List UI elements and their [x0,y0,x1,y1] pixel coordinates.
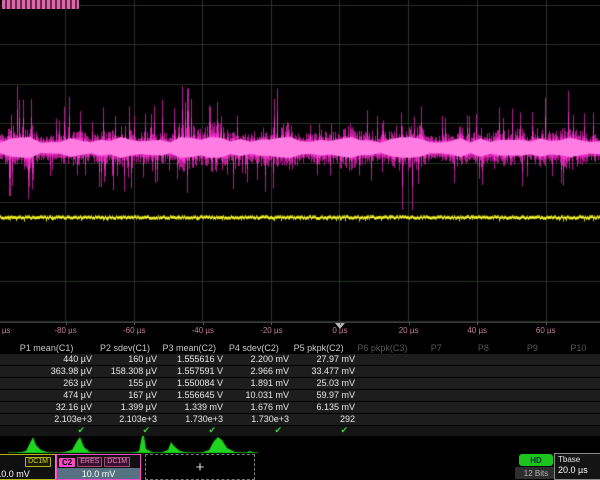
measure-value: 158.308 µV [95,366,160,377]
axis-tick [134,322,135,325]
axis-tick [477,322,478,325]
measure-stat-row: 263 µV155 µV1.550084 V1.891 mV25.03 mV [0,378,600,390]
measure-header-p6[interactable]: P6 pkpk(C3) [351,342,414,354]
axis-label: 40 µs [467,326,487,335]
plus-icon: + [196,459,205,476]
measure-value: 2.103e+3 [95,414,160,425]
measure-header-p10[interactable]: P10 [557,342,600,354]
measure-stat-row: 2.103e+32.103e+31.730e+31.730e+3292 [0,414,600,426]
add-new-trace-button[interactable]: + [145,454,255,480]
measure-value: 160 µV [95,354,160,365]
measure-header-p4[interactable]: P4 sdev(C2) [222,342,287,354]
measure-header-p5[interactable]: P5 pkpk(C2) [286,342,351,354]
c1-coupling-tag: DC1M [25,457,51,467]
measure-value: 474 µV [0,390,95,401]
measure-value: 2.103e+3 [0,414,95,425]
time-axis: -100 µs -80 µs -60 µs -40 µs -20 µs 0 µs 20 µs… [0,322,600,342]
measurement-histicons [0,433,600,455]
timebase-descriptor[interactable]: Tbase 20.0 µs [554,453,600,480]
c2-eres-tag: ERES [77,457,102,467]
measure-value: 1.557591 V [160,366,226,377]
axis-tick [271,322,272,325]
channel-descriptor-c1[interactable]: C1 DC1M 10.0 mV [0,454,56,480]
measure-value: 1.339 mV [160,402,226,413]
axis-label: -60 µs [123,326,145,335]
measure-stat-row: 32.16 µV1.399 µV1.339 mV1.676 mV6.135 mV [0,402,600,414]
measure-stat-row: 474 µV167 µV1.556645 V10.031 mV59.97 mV [0,390,600,402]
tbase-label: Tbase [555,454,600,464]
measure-value: 1.555616 V [160,354,226,365]
measure-value: 167 µV [95,390,160,401]
channel-descriptor-c2[interactable]: C2 ERES DC1M 10.0 mV [56,454,141,480]
measure-header-p8[interactable]: P8 [459,342,508,354]
c2-badge: C2 [59,458,75,467]
measure-value: 1.730e+3 [226,414,292,425]
axis-label: -20 µs [260,326,282,335]
measure-value: 27.97 mV [292,354,358,365]
axis-label: 60 µs [536,326,556,335]
measure-value: 1.676 mV [226,402,292,413]
measure-value: 1.399 µV [95,402,160,413]
axis-label: -80 µs [54,326,76,335]
tbase-value: 20.0 µs [555,464,600,475]
measure-header-p9[interactable]: P9 [508,342,557,354]
measure-value: 6.135 mV [292,402,358,413]
measure-value: 1.550084 V [160,378,226,389]
measure-value: 440 µV [0,354,95,365]
measure-value: 292 [292,414,358,425]
hd-bits-label: 12 Bits [515,467,557,479]
c2-coupling-tag: DC1M [104,457,130,467]
measure-header-p2[interactable]: P2 sdev(C1) [93,342,157,354]
measure-value: 363.98 µV [0,366,95,377]
measure-value: 2.966 mV [226,366,292,377]
waveform-grid[interactable] [0,0,600,322]
measure-value: 32.16 µV [0,402,95,413]
axis-tick [203,322,204,325]
measure-value: 25.03 mV [292,378,358,389]
oscilloscope-screen: -100 µs -80 µs -60 µs -40 µs -20 µs 0 µs 20 µs… [0,0,600,480]
c1-volts-div: 10.0 mV [0,468,55,479]
axis-line [0,322,600,323]
measure-header-p7[interactable]: P7 [414,342,459,354]
axis-label: -100 µs [0,326,10,335]
measure-header-p3[interactable]: P3 mean(C2) [157,342,222,354]
measure-stat-row: 440 µV160 µV1.555616 V2.200 mV27.97 mV [0,354,600,366]
measure-value: 59.97 mV [292,390,358,401]
measure-value: 1.891 mV [226,378,292,389]
axis-label: 20 µs [399,326,419,335]
measure-value: 33.477 mV [292,366,358,377]
measure-value: 263 µV [0,378,95,389]
axis-label: 0 µs [332,326,347,335]
axis-tick [66,322,67,325]
axis-label: -40 µs [192,326,214,335]
hd-mode-badge[interactable]: HD [519,454,553,466]
c2-volts-div: 10.0 mV [57,468,140,479]
measure-value: 1.556645 V [160,390,226,401]
measure-value: 10.031 mV [226,390,292,401]
measure-header-row: P1 mean(C1)P2 sdev(C1)P3 mean(C2)P4 sdev… [0,342,600,354]
axis-tick [409,322,410,325]
clipped-pink-badge[interactable] [2,0,79,9]
measure-stat-row: 363.98 µV158.308 µV1.557591 V2.966 mV33.… [0,366,600,378]
measure-value: 2.200 mV [226,354,292,365]
axis-tick [546,322,547,325]
axis-tick [340,322,341,325]
measure-value: 155 µV [95,378,160,389]
measurement-table: P1 mean(C1)P2 sdev(C1)P3 mean(C2)P4 sdev… [0,342,600,436]
measure-header-p1[interactable]: P1 mean(C1) [0,342,93,354]
measure-value: 1.730e+3 [160,414,226,425]
